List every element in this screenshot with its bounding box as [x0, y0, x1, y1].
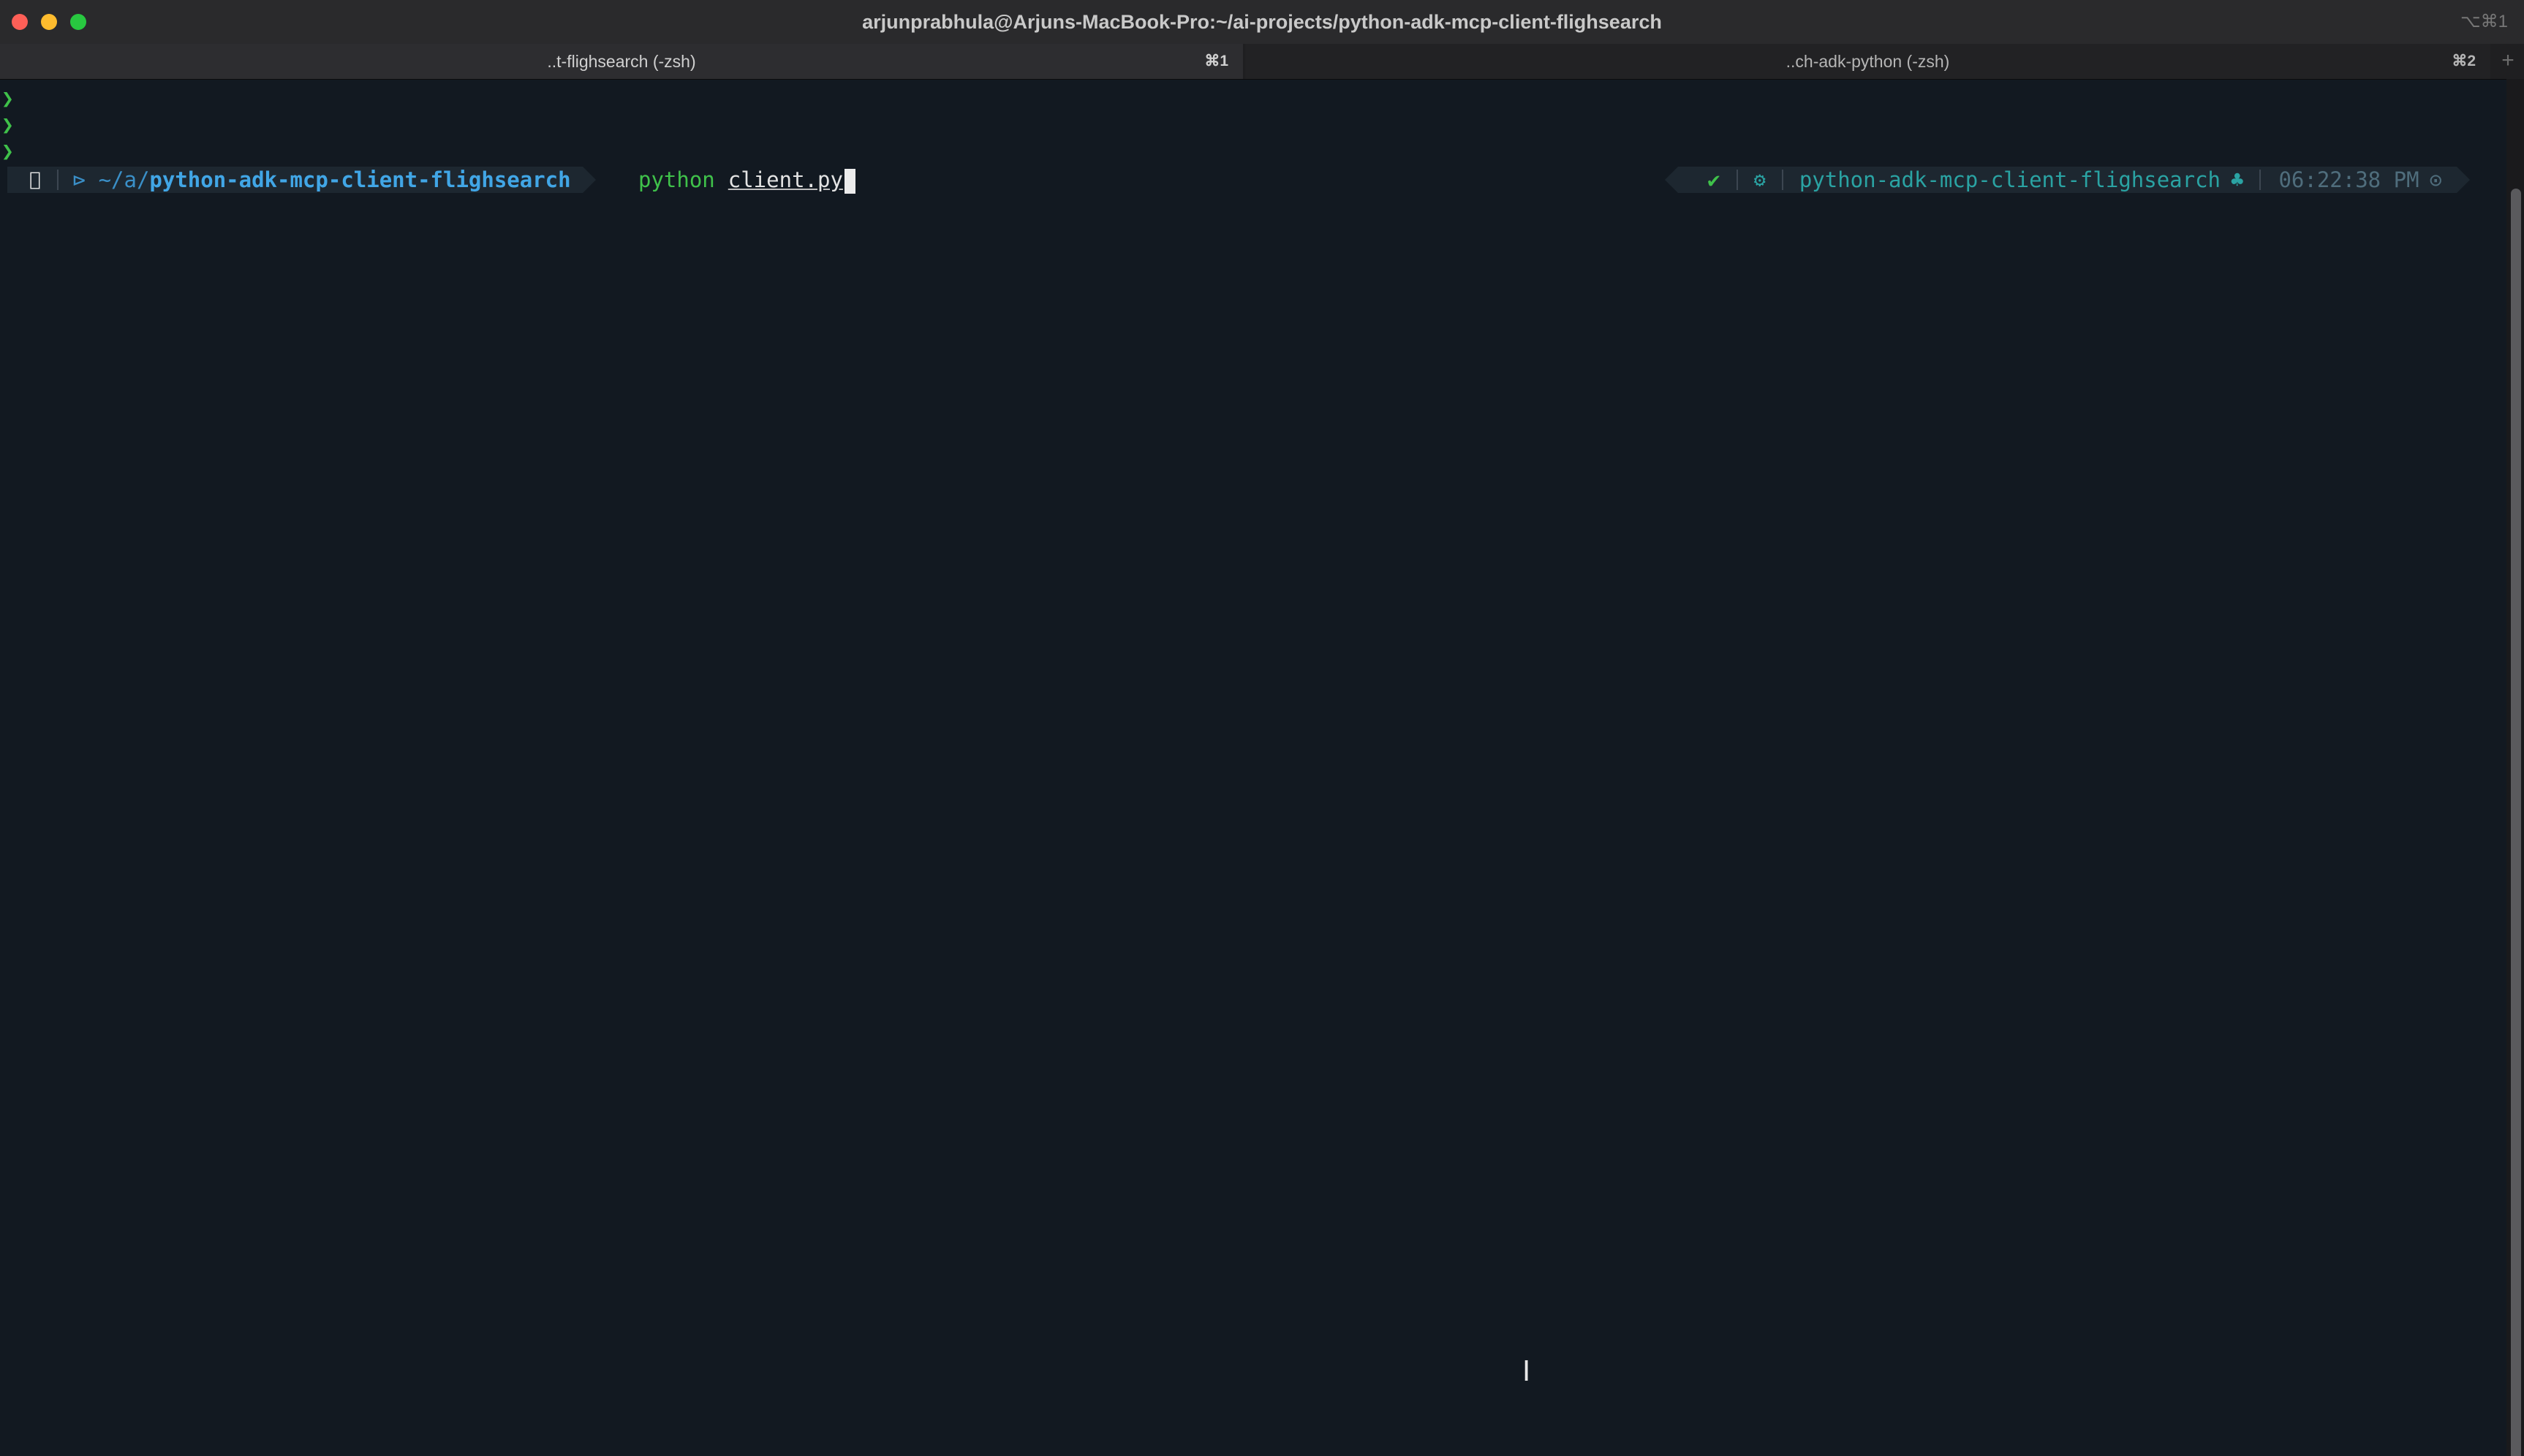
prompt-time: 06:22:38 PM	[2278, 167, 2419, 192]
window-title: arjunprabhula@Arjuns-MacBook-Pro:~/ai-pr…	[862, 11, 1662, 33]
prompt-chevron: ❯	[1, 139, 14, 163]
tab-flighsearch[interactable]: ..t-flighsearch (-zsh) ⌘1	[0, 44, 1243, 79]
check-icon: ✔	[1707, 167, 1720, 192]
title-bar[interactable]: arjunprabhula@Arjuns-MacBook-Pro:~/ai-pr…	[0, 0, 2524, 45]
window-shortcut: ⌥⌘1	[2460, 12, 2508, 31]
python-icon: ♣	[2231, 167, 2244, 192]
prompt-status-segment: ✔ ⚙ python-adk-mcp-client-flighsearch ♣ …	[1665, 167, 2470, 193]
tab-shortcut: ⌘2	[2452, 53, 2476, 69]
new-tab-button[interactable]: +	[2492, 44, 2524, 79]
virtualenv-name: python-adk-mcp-client-flighsearch	[1799, 167, 2221, 192]
prompt-chevron: ❯	[1, 86, 14, 110]
text-cursor	[844, 169, 855, 194]
path-directory: python-adk-mcp-client-flighsearch	[137, 167, 570, 192]
tab-label: ..ch-adk-python (-zsh)	[1786, 52, 1950, 71]
scrollbar[interactable]	[2506, 79, 2524, 1456]
apple-icon: 	[7, 169, 57, 191]
command-input[interactable]: python client.py	[638, 167, 855, 194]
scrollbar-thumb[interactable]	[2511, 189, 2521, 1456]
prompt-path-segment:  ⊳ ~/a/ python-adk-mcp-client-flighsear…	[7, 167, 596, 193]
command-name: python	[638, 167, 715, 192]
gear-icon: ⚙	[1753, 168, 1766, 192]
prompt-chevron: ❯	[1, 113, 14, 137]
path-prefix: ⊳ ~/a/	[61, 167, 150, 192]
tab-label: ..t-flighsearch (-zsh)	[547, 52, 696, 71]
terminal-window: arjunprabhula@Arjuns-MacBook-Pro:~/ai-pr…	[0, 0, 2524, 1456]
command-argument: client.py	[728, 167, 843, 192]
tab-bar: ..t-flighsearch (-zsh) ⌘1 ..ch-adk-pytho…	[0, 44, 2524, 80]
tab-adk-python[interactable]: ..ch-adk-python (-zsh) ⌘2	[1245, 44, 2490, 79]
tab-shortcut: ⌘1	[1204, 53, 1228, 69]
ibeam-cursor-icon: I	[1522, 1355, 1531, 1387]
terminal-content[interactable]: ❯ ❯ ❯  ⊳ ~/a/ python-adk-mcp-client-fli…	[0, 80, 2506, 1456]
clock-icon: ⊙	[2429, 167, 2442, 192]
prompt-line:  ⊳ ~/a/ python-adk-mcp-client-flighsear…	[0, 164, 2486, 196]
